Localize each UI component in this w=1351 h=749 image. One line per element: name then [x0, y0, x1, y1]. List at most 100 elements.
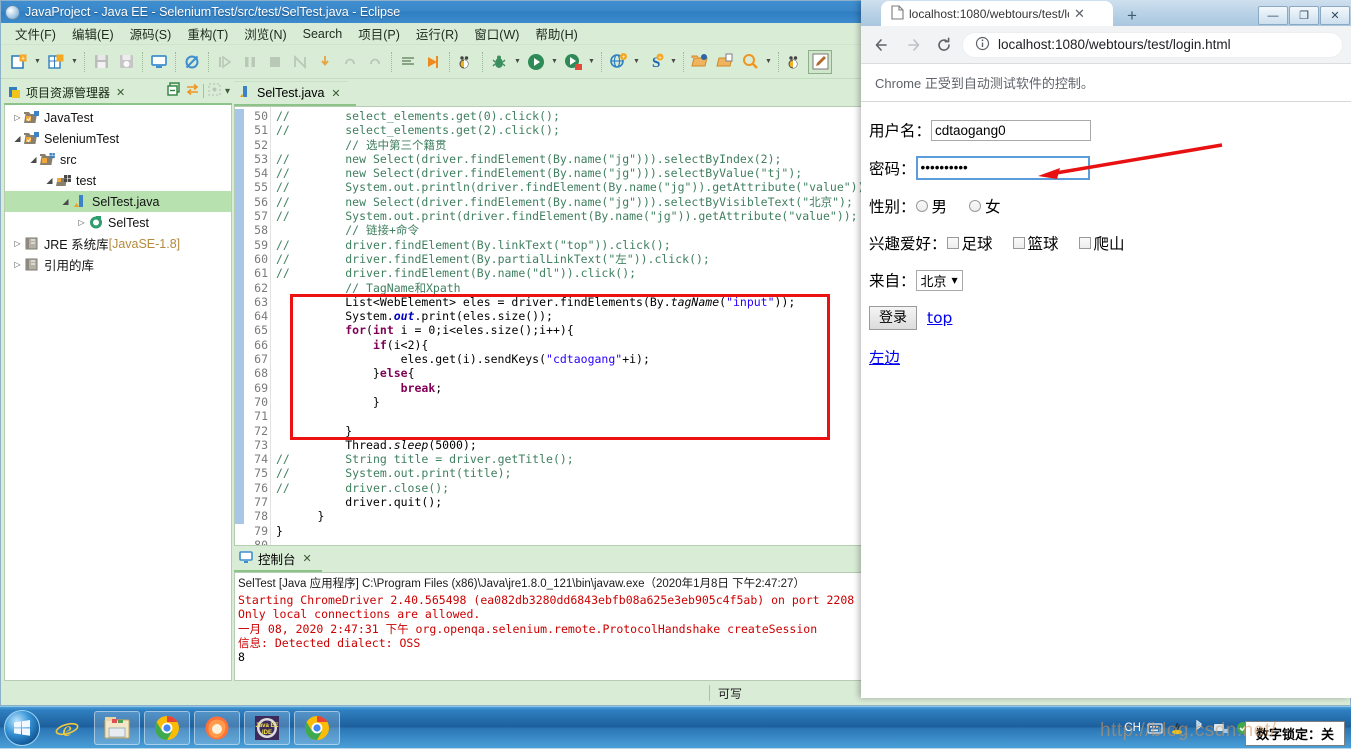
- close-button[interactable]: ✕: [1320, 6, 1350, 25]
- new-java-ee-dropdown-icon[interactable]: ▼: [69, 50, 80, 74]
- taskbar-item-chrome-window[interactable]: [294, 710, 340, 745]
- new-server-icon[interactable]: +: [606, 50, 630, 74]
- taskbar-item-internet-explorer[interactable]: e: [44, 711, 90, 745]
- tree-item-jre[interactable]: ▷ JRE 系统库 [JavaSE-1.8]: [5, 233, 231, 254]
- tree-item-seltest-java[interactable]: ◢ SelTest.java: [5, 191, 231, 212]
- page-info-icon[interactable]: [975, 36, 990, 54]
- link-with-editor-icon[interactable]: [185, 82, 200, 100]
- menu-help[interactable]: 帮助(H): [527, 22, 585, 45]
- address-bar[interactable]: localhost:1080/webtours/test/login.html: [962, 31, 1343, 58]
- menu-run[interactable]: 运行(R): [408, 22, 466, 45]
- twisty-expanded-icon[interactable]: ◢: [27, 155, 40, 164]
- open-task-icon[interactable]: [713, 50, 737, 74]
- taskbar-item-file-explorer[interactable]: [94, 710, 140, 745]
- menu-refactor[interactable]: 重构(T): [179, 22, 236, 45]
- bluetooth-icon[interactable]: [1191, 720, 1207, 736]
- console-output-panel[interactable]: SelTest [Java 应用程序] C:\Program Files (x8…: [234, 572, 864, 681]
- external-tools-dropdown-icon[interactable]: ▼: [586, 50, 597, 74]
- tab-seltest-java[interactable]: SelTest.java ✕: [234, 81, 348, 104]
- twisty-expanded-icon[interactable]: ◢: [11, 134, 24, 143]
- twisty-collapsed-icon[interactable]: ▷: [11, 113, 24, 122]
- search-icon[interactable]: [738, 50, 762, 74]
- editor-code-text[interactable]: // select_elements.get(0).click();// sel…: [271, 107, 863, 545]
- edit-annotation-icon[interactable]: [808, 49, 832, 74]
- new-java-ee-icon[interactable]: [44, 50, 68, 74]
- new-tab-button[interactable]: +: [1119, 6, 1145, 26]
- run-dropdown-icon[interactable]: ▼: [549, 50, 560, 74]
- format-icon[interactable]: [396, 50, 420, 74]
- back-icon[interactable]: [869, 32, 895, 58]
- maximize-button[interactable]: ❐: [1289, 6, 1319, 25]
- project-tree[interactable]: ▷ JavaTest ◢ SeleniumTest ◢ src ◢ test ◢ SelTest.…: [4, 105, 232, 681]
- ime-indicator[interactable]: CH: [1124, 722, 1141, 734]
- forward-icon[interactable]: [900, 32, 926, 58]
- tree-item-seleniumtest[interactable]: ◢ SeleniumTest: [5, 128, 231, 149]
- menu-window[interactable]: 窗口(W): [466, 22, 527, 45]
- twisty-collapsed-icon[interactable]: ▷: [11, 260, 24, 269]
- hobby-checkbox-football[interactable]: [946, 237, 959, 249]
- previous-annotation-icon[interactable]: [783, 50, 807, 74]
- save-icon[interactable]: [89, 50, 113, 74]
- new-wizard-icon[interactable]: +: [7, 50, 31, 74]
- save-all-icon[interactable]: [114, 50, 138, 74]
- network-icon[interactable]: [1213, 720, 1229, 736]
- keyboard-icon[interactable]: [1147, 720, 1163, 736]
- twisty-expanded-icon[interactable]: ◢: [43, 176, 56, 185]
- debug-dropdown-icon[interactable]: ▼: [512, 50, 523, 74]
- reload-icon[interactable]: [931, 32, 957, 58]
- menu-edit[interactable]: 编辑(E): [64, 22, 122, 45]
- menu-search[interactable]: Search: [295, 25, 351, 43]
- run-icon[interactable]: [524, 50, 548, 74]
- close-tab-icon[interactable]: ✕: [1074, 6, 1085, 22]
- start-button[interactable]: [4, 709, 40, 746]
- open-console-icon[interactable]: [147, 50, 171, 74]
- tree-item-javatest[interactable]: ▷ JavaTest: [5, 107, 231, 128]
- gender-radio-male[interactable]: [915, 200, 928, 212]
- java-tray-icon[interactable]: [1169, 720, 1185, 736]
- twisty-expanded-icon[interactable]: ◢: [59, 197, 72, 206]
- gender-radio-female[interactable]: [969, 200, 982, 212]
- username-input[interactable]: cdtaogang0: [931, 119, 1092, 141]
- tree-item-seltest[interactable]: ▷ SelTest: [5, 212, 231, 233]
- skip-breakpoints-icon[interactable]: [180, 50, 204, 74]
- twisty-collapsed-icon[interactable]: ▷: [75, 218, 88, 227]
- focus-on-active-task-icon[interactable]: [207, 82, 222, 100]
- external-tools-icon[interactable]: [561, 50, 585, 74]
- tab-project-explorer[interactable]: 项目资源管理器 ✕: [4, 81, 130, 103]
- hobby-checkbox-climbing[interactable]: [1078, 237, 1091, 249]
- view-menu-icon[interactable]: ▾: [225, 86, 230, 97]
- coverage-icon[interactable]: [454, 50, 478, 74]
- minimize-button[interactable]: —: [1258, 6, 1288, 25]
- login-button[interactable]: 登录: [869, 306, 917, 330]
- project-explorer-view-toolbar[interactable]: ▾: [167, 82, 230, 100]
- hobby-checkbox-basketball[interactable]: [1012, 237, 1025, 249]
- menu-project[interactable]: 项目(P): [350, 22, 408, 45]
- tree-item-test[interactable]: ◢ test: [5, 170, 231, 191]
- left-link[interactable]: 左边: [869, 346, 900, 368]
- close-icon[interactable]: ✕: [116, 86, 125, 99]
- new-server-dropdown-icon[interactable]: ▼: [631, 50, 642, 74]
- code-editor[interactable]: 50 51 52 53 54 55 56 57 58 59 60 61 62 6…: [234, 106, 864, 546]
- taskbar-item-eclipse-javaee[interactable]: Java EE IDE: [244, 710, 290, 745]
- run-last-tool-icon[interactable]: [421, 50, 445, 74]
- close-icon[interactable]: ✕: [331, 87, 340, 100]
- twisty-collapsed-icon[interactable]: ▷: [11, 239, 24, 248]
- menu-file[interactable]: 文件(F): [7, 22, 64, 45]
- menu-source[interactable]: 源码(S): [122, 22, 180, 45]
- taskbar-item-chrome[interactable]: [144, 710, 190, 745]
- browser-tab[interactable]: localhost:1080/webtours/test/lo ✕: [881, 1, 1113, 26]
- top-link[interactable]: top: [927, 309, 952, 327]
- open-type-icon[interactable]: [688, 50, 712, 74]
- search-dropdown-icon[interactable]: ▼: [763, 50, 774, 74]
- from-select[interactable]: 北京 ▼: [915, 269, 963, 291]
- taskbar-item-firefox[interactable]: [194, 710, 240, 745]
- password-input[interactable]: ••••••••••: [915, 156, 1090, 180]
- tree-item-[interactable]: ▷ 引用的库: [5, 254, 231, 275]
- new-struts-icon[interactable]: S +: [643, 50, 667, 74]
- collapse-all-icon[interactable]: [167, 82, 182, 100]
- tree-item-src[interactable]: ◢ src: [5, 149, 231, 170]
- close-icon[interactable]: ✕: [303, 552, 312, 565]
- menu-navigate[interactable]: 浏览(N): [236, 22, 294, 45]
- tab-console[interactable]: 控制台 ✕: [234, 547, 319, 570]
- new-wizard-dropdown-icon[interactable]: ▼: [32, 50, 43, 74]
